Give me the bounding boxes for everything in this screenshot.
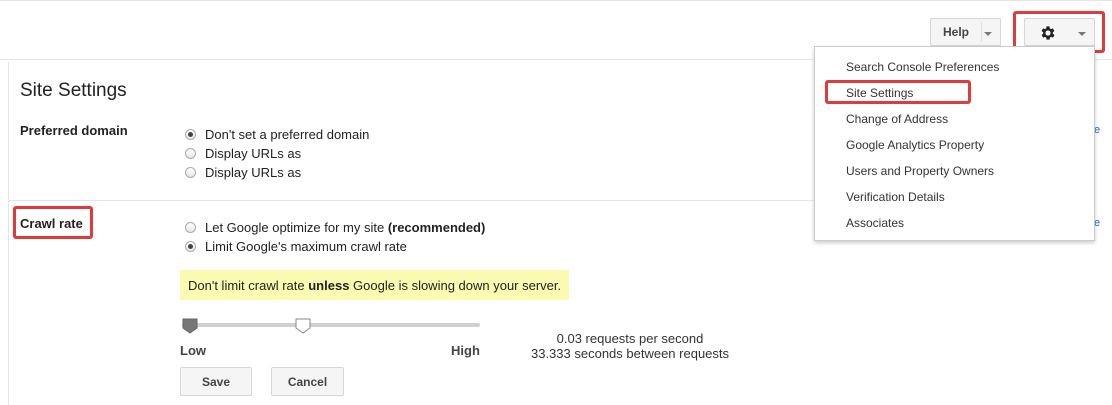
crawl-rate-warning: Don't limit crawl rate unless Google is …: [180, 270, 569, 300]
menu-item-change-of-address[interactable]: Change of Address: [846, 112, 948, 126]
help-button[interactable]: Help: [930, 18, 1001, 46]
radio-label: Display URLs as: [205, 146, 302, 161]
radio-limit-crawl-rate[interactable]: Limit Google's maximum crawl rate: [185, 239, 407, 254]
menu-item-users-and-property-owners[interactable]: Users and Property Owners: [846, 164, 994, 178]
requests-per-second: 0.03 requests per second: [556, 331, 704, 346]
seconds-between-requests: 33.333 seconds between requests: [530, 346, 730, 361]
menu-item-search-console-preferences[interactable]: Search Console Preferences: [846, 60, 999, 74]
radio-label: Let Google optimize for my site (recomme…: [205, 220, 485, 235]
menu-item-google-analytics-property[interactable]: Google Analytics Property: [846, 138, 984, 152]
radio-indicator: [185, 167, 196, 178]
slider-high-label: High: [451, 343, 480, 358]
preferred-domain-label: Preferred domain: [20, 123, 128, 138]
radio-label-text: Let Google optimize for my site: [205, 220, 388, 235]
radio-display-urls-non-www[interactable]: Display URLs as: [185, 165, 301, 180]
radio-indicator: [185, 148, 196, 159]
cancel-button[interactable]: Cancel: [271, 367, 344, 396]
settings-menu: Search Console Preferences Site Settings…: [814, 46, 1095, 241]
radio-indicator: [185, 129, 196, 140]
site-settings-highlight: [825, 80, 971, 104]
help-label: Help: [943, 25, 970, 39]
warning-text: Google is slowing down your server.: [349, 278, 562, 293]
slider-min-handle[interactable]: [182, 318, 198, 334]
crawl-rate-highlight: [13, 206, 93, 239]
page-title: Site Settings: [20, 80, 127, 101]
slider-low-label: Low: [180, 343, 206, 358]
menu-item-verification-details[interactable]: Verification Details: [846, 190, 945, 204]
button-separator: [981, 22, 982, 42]
save-button[interactable]: Save: [180, 367, 252, 396]
radio-indicator: [185, 222, 196, 233]
slider-value-handle[interactable]: [295, 318, 311, 334]
radio-no-preferred-domain[interactable]: Don't set a preferred domain: [185, 127, 369, 142]
radio-label: Display URLs as: [205, 165, 302, 180]
warning-text: Don't limit crawl rate: [188, 278, 309, 293]
radio-display-urls-www[interactable]: Display URLs as: [185, 146, 301, 161]
crawl-rate-readout: 0.03 requests per second 33.333 seconds …: [520, 331, 740, 361]
menu-item-associates[interactable]: Associates: [846, 216, 904, 230]
crawl-rate-slider[interactable]: [182, 323, 480, 327]
radio-label: Limit Google's maximum crawl rate: [205, 239, 407, 254]
chevron-down-icon: [984, 32, 992, 36]
radio-let-google-optimize[interactable]: Let Google optimize for my site (recomme…: [185, 220, 485, 235]
warning-emphasis: unless: [308, 278, 350, 293]
radio-label-emphasis: (recommended): [387, 220, 486, 235]
radio-label: Don't set a preferred domain: [205, 127, 370, 142]
radio-indicator: [185, 241, 196, 252]
